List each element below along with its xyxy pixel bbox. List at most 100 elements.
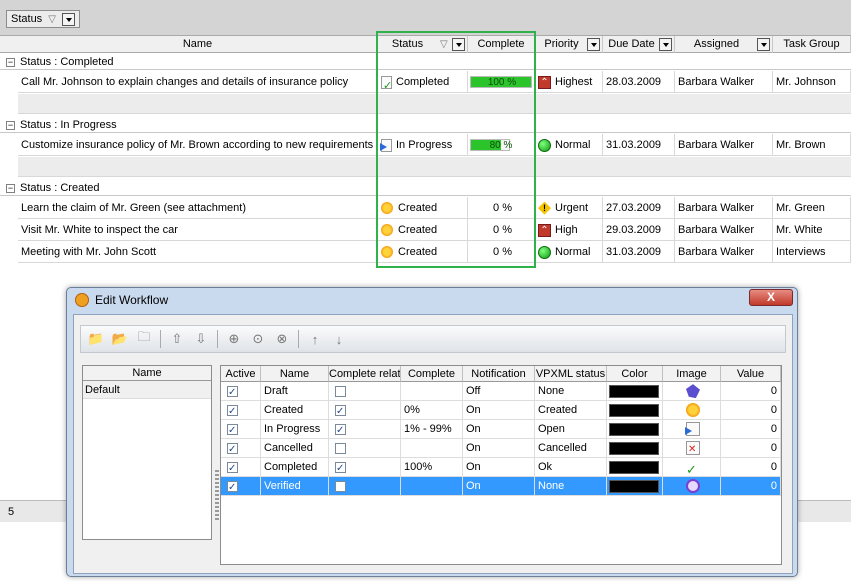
edit-workflow-dialog: Edit Workflow X 📁 📂 🗀 ⇧ ⇩ ⊕ ⊙ ⊗ ↑ ↓ Name… [66, 287, 798, 577]
toolbar-separator [298, 330, 299, 348]
check-icon: ✓ [686, 462, 697, 477]
col-header-name[interactable]: Name [18, 36, 378, 53]
edit-folder-icon[interactable]: 📂 [110, 329, 130, 349]
col-header-value[interactable]: Value [721, 366, 781, 382]
workflow-row-selected[interactable]: Verified On None 0 [221, 477, 781, 496]
col-header-complete-related[interactable]: Complete relate [329, 366, 401, 382]
workflow-row[interactable]: In Progress 1% - 99% On Open 0 [221, 420, 781, 439]
related-checkbox[interactable] [335, 480, 346, 492]
edit-status-icon[interactable]: ⊙ [248, 329, 268, 349]
splitter-handle[interactable] [215, 470, 219, 520]
cell-priority: ⌃ Highest [535, 71, 603, 93]
group-label: Status : In Progress [20, 119, 117, 131]
collapse-icon[interactable]: − [6, 121, 15, 130]
group-chip-status[interactable]: Status ▽ [6, 10, 80, 28]
cell-vpxml: None [535, 477, 607, 496]
cell-notification: On [463, 458, 535, 477]
cell-value: 0 [721, 382, 781, 401]
record-count: 5 [8, 506, 15, 518]
chip-dropdown-button[interactable] [61, 12, 75, 26]
cell-active [221, 382, 261, 401]
progress-icon [685, 422, 700, 437]
close-button[interactable]: X [749, 289, 793, 306]
cell-image: ✕ [663, 439, 721, 458]
collapse-icon[interactable]: − [6, 184, 15, 193]
related-checkbox[interactable] [335, 385, 346, 397]
cell-active [221, 458, 261, 477]
cell-complete: 0% [401, 401, 463, 420]
col-header-assigned[interactable]: Assigned [675, 36, 773, 53]
color-swatch[interactable] [609, 404, 659, 417]
add-status-icon[interactable]: ⊕ [224, 329, 244, 349]
cell-assigned: Barbara Walker [675, 241, 773, 263]
col-header-name[interactable]: Name [261, 366, 329, 382]
col-header-active[interactable]: Active [221, 366, 261, 382]
color-swatch[interactable] [609, 423, 659, 436]
workflow-row[interactable]: Created 0% On Created 0 [221, 401, 781, 420]
active-checkbox[interactable] [227, 478, 238, 496]
related-checkbox[interactable] [335, 442, 346, 454]
workflow-row[interactable]: Draft Off None 0 [221, 382, 781, 401]
col-header-priority[interactable]: Priority [535, 36, 603, 53]
related-checkbox[interactable] [335, 402, 346, 420]
color-swatch[interactable] [609, 442, 659, 455]
col-header-task-group[interactable]: Task Group [773, 36, 851, 53]
cell-task-group: Mr. Brown [773, 134, 851, 156]
cell-vpxml: None [535, 382, 607, 401]
color-swatch[interactable] [609, 385, 659, 398]
add-folder-icon[interactable]: 📁 [86, 329, 106, 349]
col-header-notification[interactable]: Notification [463, 366, 535, 382]
filter-icon[interactable]: ▽ [48, 14, 56, 25]
cell-notification: On [463, 420, 535, 439]
cell-due-date: 31.03.2009 [603, 241, 675, 263]
col-header-due-date[interactable]: Due Date [603, 36, 675, 53]
col-dropdown-button[interactable] [587, 38, 600, 51]
col-label: Task Group [783, 38, 840, 50]
cell-vpxml: Created [535, 401, 607, 420]
cell-name: Customize insurance policy of Mr. Brown … [18, 134, 378, 156]
delete-folder-icon[interactable]: 🗀 [134, 329, 154, 349]
group-chip-label: Status [11, 13, 43, 25]
workflow-row[interactable]: Cancelled On Cancelled ✕ 0 [221, 439, 781, 458]
active-checkbox[interactable] [227, 383, 238, 401]
cell-related [329, 458, 401, 477]
col-dropdown-button[interactable] [757, 38, 770, 51]
active-checkbox[interactable] [227, 421, 238, 439]
workflow-row[interactable]: Completed 100% On Ok ✓ 0 [221, 458, 781, 477]
cell-active [221, 439, 261, 458]
cell-vpxml: Ok [535, 458, 607, 477]
workflow-toolbar: 📁 📂 🗀 ⇧ ⇩ ⊕ ⊙ ⊗ ↑ ↓ [80, 325, 786, 353]
col-header-complete[interactable]: Complete [401, 366, 463, 382]
workflow-item-default[interactable]: Default [83, 381, 211, 399]
cell-priority: ⌃ High [535, 219, 603, 241]
cell-image [663, 420, 721, 439]
status-up-icon[interactable]: ↑ [305, 329, 325, 349]
related-checkbox[interactable] [335, 421, 346, 439]
collapse-icon[interactable]: − [6, 58, 15, 67]
col-label: Priority [544, 38, 579, 50]
cell-complete [401, 382, 463, 401]
move-down-icon[interactable]: ⇩ [191, 329, 211, 349]
cell-active [221, 401, 261, 420]
cell-task-group: Interviews [773, 241, 851, 263]
related-checkbox[interactable] [335, 459, 346, 477]
cell-active [221, 477, 261, 496]
cell-image [663, 401, 721, 420]
cell-due-date: 28.03.2009 [603, 71, 675, 93]
color-swatch[interactable] [609, 461, 659, 474]
cell-notification: On [463, 477, 535, 496]
col-header-image[interactable]: Image [663, 366, 721, 382]
active-checkbox[interactable] [227, 459, 238, 477]
highlight-box [376, 31, 536, 268]
status-down-icon[interactable]: ↓ [329, 329, 349, 349]
active-checkbox[interactable] [227, 402, 238, 420]
col-header-vpxml-status[interactable]: VPXML status [535, 366, 607, 382]
col-dropdown-button[interactable] [659, 38, 672, 51]
color-swatch[interactable] [609, 480, 659, 493]
move-up-icon[interactable]: ⇧ [167, 329, 187, 349]
active-checkbox[interactable] [227, 440, 238, 458]
col-label: Name [182, 38, 213, 50]
draft-icon [686, 384, 700, 399]
col-header-color[interactable]: Color [607, 366, 663, 382]
delete-status-icon[interactable]: ⊗ [272, 329, 292, 349]
